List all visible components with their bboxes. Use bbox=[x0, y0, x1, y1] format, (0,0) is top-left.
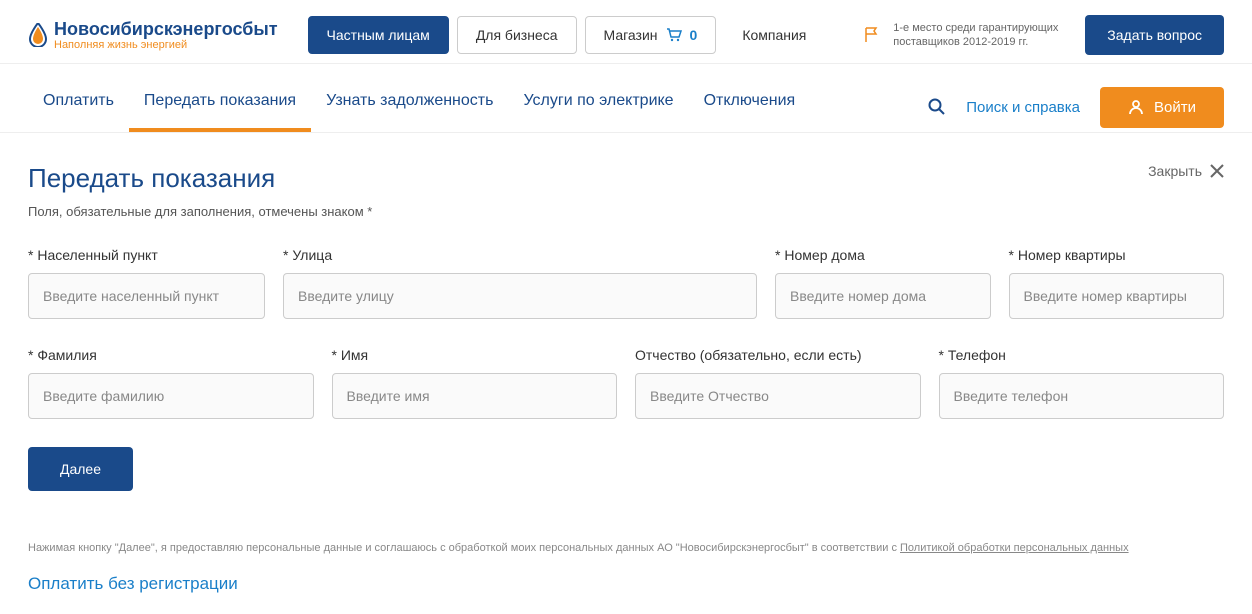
drop-icon bbox=[28, 23, 48, 47]
login-button[interactable]: Войти bbox=[1100, 87, 1224, 128]
tab-private[interactable]: Частным лицам bbox=[308, 16, 449, 54]
disclaimer-text: Нажимая кнопку "Далее", я предоставляю п… bbox=[28, 542, 900, 554]
logo-subtitle: Наполняя жизнь энергией bbox=[54, 40, 278, 51]
cart-count: 0 bbox=[690, 27, 698, 43]
nav-outages[interactable]: Отключения bbox=[689, 82, 811, 132]
close-icon bbox=[1210, 164, 1224, 178]
tab-company[interactable]: Компания bbox=[724, 16, 824, 54]
privacy-policy-link[interactable]: Политикой обработки персональных данных bbox=[900, 542, 1129, 554]
firstname-label: * Имя bbox=[332, 347, 618, 363]
flag-icon bbox=[863, 26, 881, 44]
lastname-input[interactable] bbox=[28, 373, 314, 419]
house-input[interactable] bbox=[775, 273, 990, 319]
apt-label: * Номер квартиры bbox=[1009, 247, 1224, 263]
logo-text: Новосибирскэнергосбыт bbox=[54, 20, 278, 38]
close-button[interactable]: Закрыть bbox=[1148, 163, 1224, 179]
apt-input[interactable] bbox=[1009, 273, 1224, 319]
ask-question-button[interactable]: Задать вопрос bbox=[1085, 15, 1224, 55]
logo[interactable]: Новосибирскэнергосбыт Наполняя жизнь эне… bbox=[28, 20, 278, 51]
street-label: * Улица bbox=[283, 247, 757, 263]
disclaimer: Нажимая кнопку "Далее", я предоставляю п… bbox=[28, 541, 1224, 556]
pay-without-registration-link[interactable]: Оплатить без регистрации bbox=[28, 574, 1224, 594]
patronymic-label: Отчество (обязательно, если есть) bbox=[635, 347, 921, 363]
city-input[interactable] bbox=[28, 273, 265, 319]
firstname-input[interactable] bbox=[332, 373, 618, 419]
user-icon bbox=[1128, 99, 1144, 115]
nav-debt[interactable]: Узнать задолженность bbox=[311, 82, 508, 132]
phone-label: * Телефон bbox=[939, 347, 1225, 363]
city-label: * Населенный пункт bbox=[28, 247, 265, 263]
search-link[interactable]: Поиск и справка bbox=[966, 99, 1080, 116]
nav-services[interactable]: Услуги по электрике bbox=[508, 82, 688, 132]
cart-icon bbox=[666, 28, 682, 42]
phone-input[interactable] bbox=[939, 373, 1225, 419]
tab-business[interactable]: Для бизнеса bbox=[457, 16, 577, 54]
nav-submit-readings[interactable]: Передать показания bbox=[129, 82, 311, 132]
page-title: Передать показания bbox=[28, 163, 275, 194]
next-button[interactable]: Далее bbox=[28, 447, 133, 491]
tab-shop-label: Магазин bbox=[604, 27, 658, 43]
lastname-label: * Фамилия bbox=[28, 347, 314, 363]
award-text: 1-е место среди гарантирующих поставщико… bbox=[893, 21, 1073, 50]
required-note: Поля, обязательные для заполнения, отмеч… bbox=[28, 204, 1224, 219]
street-input[interactable] bbox=[283, 273, 757, 319]
close-label: Закрыть bbox=[1148, 163, 1202, 179]
nav-pay[interactable]: Оплатить bbox=[28, 82, 129, 132]
patronymic-input[interactable] bbox=[635, 373, 921, 419]
search-icon[interactable] bbox=[928, 98, 946, 116]
tab-shop[interactable]: Магазин 0 bbox=[585, 16, 717, 54]
login-label: Войти bbox=[1154, 99, 1196, 116]
house-label: * Номер дома bbox=[775, 247, 990, 263]
